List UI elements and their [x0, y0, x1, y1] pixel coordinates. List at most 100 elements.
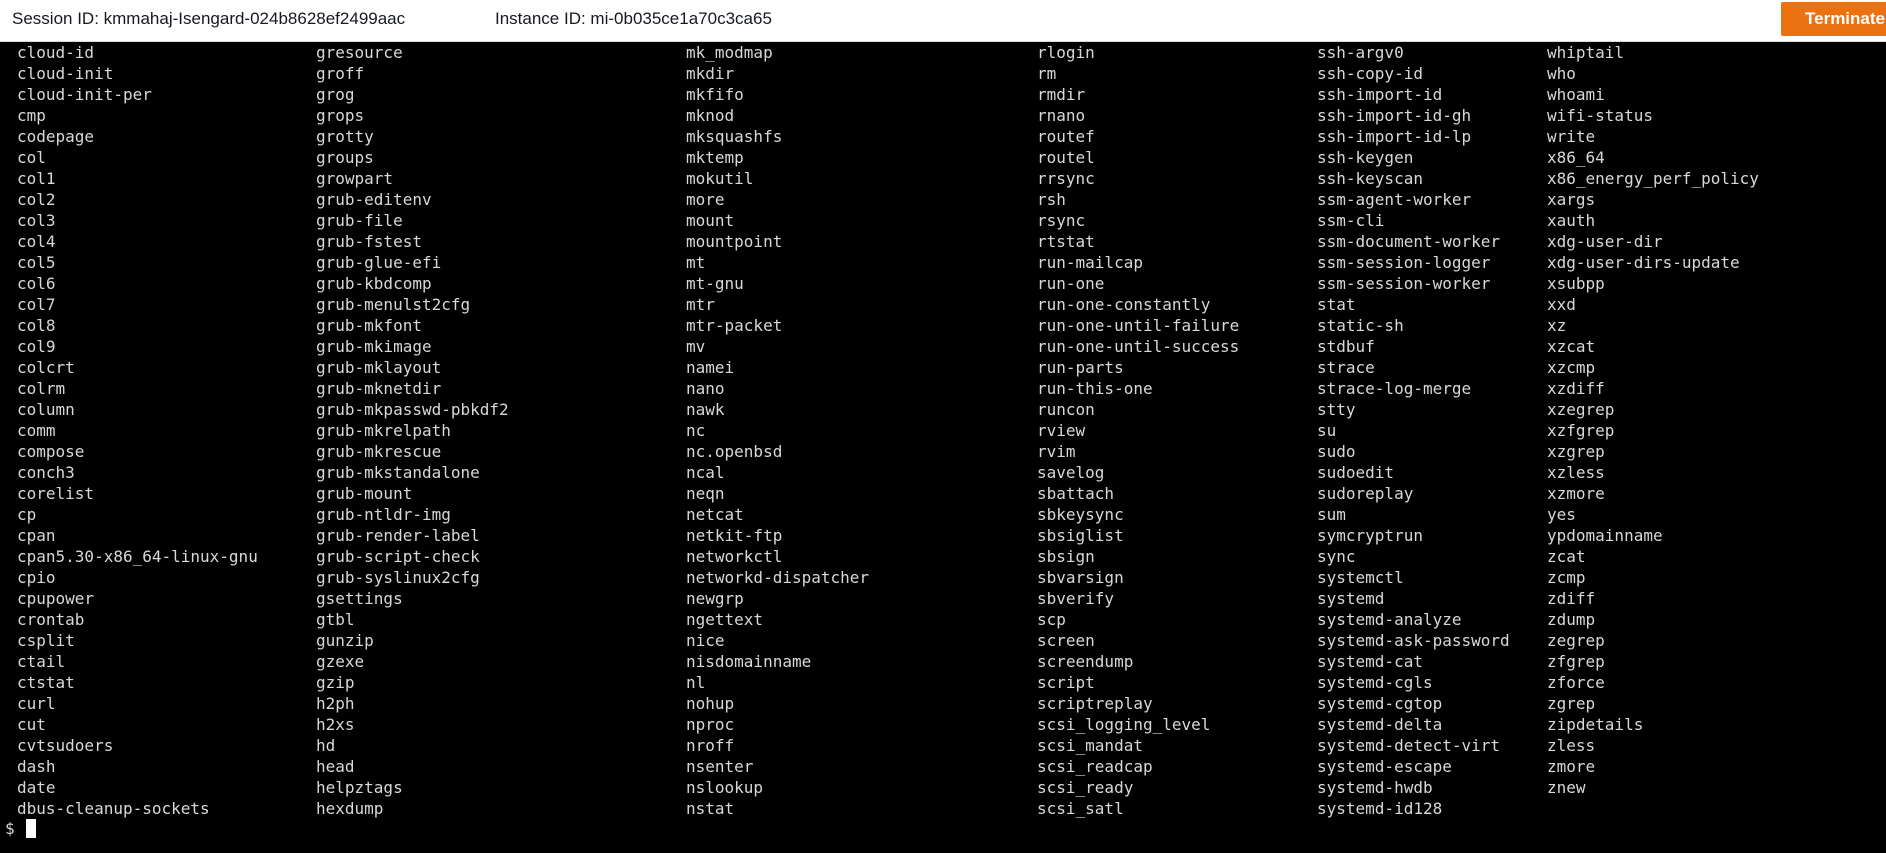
listing-entry: mknod: [686, 106, 735, 125]
listing-entry: rnano: [1037, 106, 1086, 125]
listing-entry: systemd-delta: [1317, 715, 1443, 734]
listing-entry: stty: [1317, 400, 1356, 419]
listing-entry: grub-kbdcomp: [316, 274, 432, 293]
listing-entry: rsync: [1037, 211, 1086, 230]
listing-entry: sum: [1317, 505, 1346, 524]
listing-entry: grub-mkimage: [316, 337, 432, 356]
listing-entry: cloud-init-per: [17, 85, 152, 104]
terminate-button[interactable]: Terminate: [1781, 2, 1886, 36]
listing-entry: col4: [17, 232, 56, 251]
listing-entry: xzgrep: [1547, 442, 1605, 461]
listing-entry: col: [17, 148, 46, 167]
listing-entry: zforce: [1547, 673, 1605, 692]
listing-entry: nslookup: [686, 778, 764, 797]
listing-entry: xzmore: [1547, 484, 1605, 503]
listing-entry: xzless: [1547, 463, 1605, 482]
listing-entry: cpan5.30-x86_64-linux-gnu: [17, 547, 258, 566]
listing-entry: col3: [17, 211, 56, 230]
listing-entry: zgrep: [1547, 694, 1596, 713]
listing-entry: wifi-status: [1547, 106, 1653, 125]
listing-entry: ypdomainname: [1547, 526, 1663, 545]
listing-entry: corelist: [17, 484, 95, 503]
listing-entry: nisdomainname: [686, 652, 812, 671]
listing-entry: grub-ntldr-img: [316, 505, 451, 524]
listing-entry: mksquashfs: [686, 127, 783, 146]
listing-entry: col1: [17, 169, 56, 188]
listing-entry: zmore: [1547, 757, 1596, 776]
listing-entry: ssh-import-id-lp: [1317, 127, 1472, 146]
listing-entry: xxd: [1547, 295, 1576, 314]
listing-entry: grub-glue-efi: [316, 253, 442, 272]
terminal-prompt-line[interactable]: $: [5, 818, 37, 839]
listing-entry: scsi_readcap: [1037, 757, 1153, 776]
listing-entry: grub-mklayout: [316, 358, 442, 377]
listing-entry: x86_64: [1547, 148, 1605, 167]
terminal-window[interactable]: cloud-id cloud-init cloud-init-per cmp codep…: [0, 42, 1886, 853]
listing-entry: grotty: [316, 127, 374, 146]
listing-entry: rrsync: [1037, 169, 1095, 188]
listing-entry: nc.openbsd: [686, 442, 783, 461]
listing-entry: sbkeysync: [1037, 505, 1124, 524]
listing-entry: ngettext: [686, 610, 764, 629]
listing-column: whiptail who whoami wifi-status write x86_64 x…: [1547, 42, 1759, 798]
listing-entry: sbverify: [1037, 589, 1115, 608]
listing-entry: nproc: [686, 715, 735, 734]
listing-entry: xauth: [1547, 211, 1596, 230]
listing-entry: cut: [17, 715, 46, 734]
listing-entry: run-one-until-failure: [1037, 316, 1240, 335]
listing-entry: zdiff: [1547, 589, 1596, 608]
listing-entry: netcat: [686, 505, 744, 524]
listing-entry: mountpoint: [686, 232, 783, 251]
listing-entry: ssm-document-worker: [1317, 232, 1501, 251]
listing-entry: ssh-argv0: [1317, 43, 1404, 62]
listing-entry: crontab: [17, 610, 85, 629]
listing-entry: grops: [316, 106, 365, 125]
listing-entry: systemd-escape: [1317, 757, 1452, 776]
listing-entry: systemd-cgtop: [1317, 694, 1443, 713]
listing-entry: scsi_logging_level: [1037, 715, 1211, 734]
listing-entry: mv: [686, 337, 706, 356]
listing-entry: run-one-constantly: [1037, 295, 1211, 314]
listing-entry: rvim: [1037, 442, 1076, 461]
listing-entry: dash: [17, 757, 56, 776]
listing-entry: yes: [1547, 505, 1576, 524]
instance-id-label: Instance ID: mi-0b035ce1a70c3ca65: [495, 9, 772, 28]
listing-entry: zcat: [1547, 547, 1586, 566]
listing-entry: zcmp: [1547, 568, 1586, 587]
listing-entry: growpart: [316, 169, 394, 188]
listing-entry: gzexe: [316, 652, 365, 671]
listing-entry: zegrep: [1547, 631, 1605, 650]
listing-entry: mtr-packet: [686, 316, 783, 335]
listing-entry: routel: [1037, 148, 1095, 167]
listing-entry: xz: [1547, 316, 1567, 335]
listing-entry: csplit: [17, 631, 75, 650]
listing-entry: col8: [17, 316, 56, 335]
listing-entry: mokutil: [686, 169, 754, 188]
listing-entry: ssm-cli: [1317, 211, 1385, 230]
listing-entry: groff: [316, 64, 365, 83]
listing-entry: column: [17, 400, 75, 419]
listing-entry: xzegrep: [1547, 400, 1615, 419]
listing-entry: col5: [17, 253, 56, 272]
listing-entry: nice: [686, 631, 725, 650]
listing-entry: nstat: [686, 799, 735, 818]
listing-entry: whiptail: [1547, 43, 1625, 62]
listing-entry: systemd-detect-virt: [1317, 736, 1501, 755]
listing-entry: netkit-ftp: [686, 526, 783, 545]
listing-entry: col7: [17, 295, 56, 314]
listing-entry: mount: [686, 211, 735, 230]
listing-entry: dbus-cleanup-sockets: [17, 799, 210, 818]
listing-entry: more: [686, 190, 725, 209]
listing-entry: scp: [1037, 610, 1066, 629]
listing-entry: nc: [686, 421, 706, 440]
listing-entry: mk_modmap: [686, 43, 773, 62]
listing-entry: xzcmp: [1547, 358, 1596, 377]
listing-entry: gtbl: [316, 610, 355, 629]
listing-entry: sudoreplay: [1317, 484, 1414, 503]
listing-entry: routef: [1037, 127, 1095, 146]
listing-entry: strace: [1317, 358, 1375, 377]
listing-entry: ctstat: [17, 673, 75, 692]
listing-entry: rm: [1037, 64, 1057, 83]
listing-entry: ssm-session-logger: [1317, 253, 1491, 272]
listing-entry: helpztags: [316, 778, 403, 797]
